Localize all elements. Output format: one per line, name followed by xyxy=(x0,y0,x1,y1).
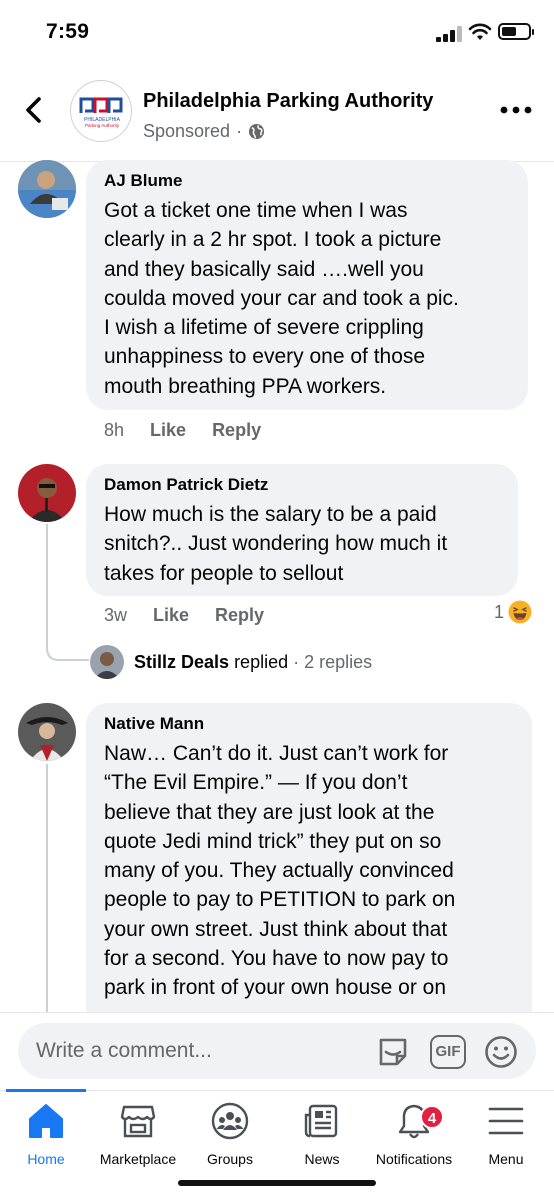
comment-author[interactable]: AJ Blume xyxy=(104,170,510,192)
notification-badge: 4 xyxy=(420,1105,444,1129)
battery-icon xyxy=(498,23,534,40)
comment-author[interactable]: Native Mann xyxy=(104,713,514,735)
nav-groups[interactable]: Groups xyxy=(180,1101,280,1167)
avatar-aj-blume[interactable] xyxy=(18,160,76,218)
page-avatar[interactable]: PHILADELPHIA Parking Authority xyxy=(70,80,132,142)
avatar-photo xyxy=(18,703,76,761)
reaction-summary[interactable]: 1 xyxy=(494,600,532,624)
comment-text: Naw… Can’t do it. Just can’t work for “T… xyxy=(104,742,456,1000)
more-options-icon[interactable] xyxy=(500,106,532,114)
reply-button[interactable]: Reply xyxy=(212,420,261,441)
nav-label: Notifications xyxy=(375,1151,453,1167)
comment-bubble: Native Mann Naw… Can’t do it. Just can’t… xyxy=(86,703,532,1043)
avatar-stillz-deals xyxy=(90,645,124,679)
news-icon xyxy=(304,1104,338,1138)
sticker-icon[interactable] xyxy=(376,1035,410,1069)
nav-label: Menu xyxy=(488,1151,524,1167)
comment-time[interactable]: 8h xyxy=(104,420,124,441)
nav-label: Marketplace xyxy=(99,1151,177,1167)
sponsored-line: Sponsored · xyxy=(143,121,265,142)
nav-notifications[interactable]: 4 Notifications xyxy=(364,1101,464,1167)
post-header: PHILADELPHIA Parking Authority Philadelp… xyxy=(0,64,554,162)
avatar-native-mann[interactable] xyxy=(18,703,76,761)
gif-icon[interactable]: GIF xyxy=(430,1035,466,1069)
comment-actions: 8h Like Reply xyxy=(104,420,287,441)
status-time: 7:59 xyxy=(46,20,90,43)
nav-label: Home xyxy=(27,1151,65,1167)
logo-line-2: Parking Authority xyxy=(85,123,120,128)
home-indicator[interactable] xyxy=(178,1180,376,1186)
avatar-damon-patrick-dietz[interactable] xyxy=(18,464,76,522)
comment-actions: 3w Like Reply xyxy=(104,605,290,626)
globe-icon xyxy=(249,123,265,140)
comment-composer: GIF xyxy=(0,1012,554,1090)
like-button[interactable]: Like xyxy=(153,605,189,626)
avatar-photo xyxy=(90,645,124,679)
comment-time[interactable]: 3w xyxy=(104,605,127,626)
back-arrow-icon[interactable] xyxy=(22,96,46,124)
comment-text: Got a ticket one time when I was clearly… xyxy=(104,199,459,398)
like-button[interactable]: Like xyxy=(150,420,186,441)
thread-line xyxy=(46,764,48,1014)
wifi-icon xyxy=(468,23,492,40)
home-icon xyxy=(29,1104,63,1138)
separator-dot: · xyxy=(236,121,243,141)
replies-preview[interactable]: Stillz Deals replied · 2 replies xyxy=(90,645,372,679)
comment-text: How much is the salary to be a paid snit… xyxy=(104,503,448,585)
sponsored-label: Sponsored xyxy=(143,121,231,141)
signal-icon xyxy=(436,26,464,42)
nav-menu[interactable]: Menu xyxy=(456,1101,554,1167)
reply-button[interactable]: Reply xyxy=(215,605,264,626)
comment-author[interactable]: Damon Patrick Dietz xyxy=(104,474,500,496)
page-name[interactable]: Philadelphia Parking Authority xyxy=(143,90,433,113)
reply-author: Stillz Deals replied · 2 replies xyxy=(134,651,373,672)
nav-home[interactable]: Home xyxy=(0,1101,96,1167)
ppa-logo-icon: PHILADELPHIA Parking Authority xyxy=(79,97,123,128)
avatar-photo xyxy=(18,160,76,218)
status-bar: 7:59 xyxy=(0,0,554,64)
thread-connector xyxy=(46,630,89,661)
menu-icon xyxy=(488,1107,524,1135)
nav-news[interactable]: News xyxy=(272,1101,372,1167)
nav-label: Groups xyxy=(207,1151,253,1167)
nav-marketplace[interactable]: Marketplace xyxy=(88,1101,188,1167)
thread-line xyxy=(46,524,48,644)
nav-label: News xyxy=(304,1151,340,1167)
active-tab-indicator xyxy=(6,1089,86,1092)
haha-emoji-icon xyxy=(508,600,532,624)
comment-bubble: AJ Blume Got a ticket one time when I wa… xyxy=(86,160,528,410)
avatar-photo xyxy=(18,464,76,522)
marketplace-icon xyxy=(120,1105,156,1138)
reaction-count: 1 xyxy=(494,601,505,622)
comment-bubble: Damon Patrick Dietz How much is the sala… xyxy=(86,464,518,596)
battery-level xyxy=(502,27,516,36)
groups-icon xyxy=(211,1102,249,1140)
emoji-icon[interactable] xyxy=(484,1035,518,1069)
